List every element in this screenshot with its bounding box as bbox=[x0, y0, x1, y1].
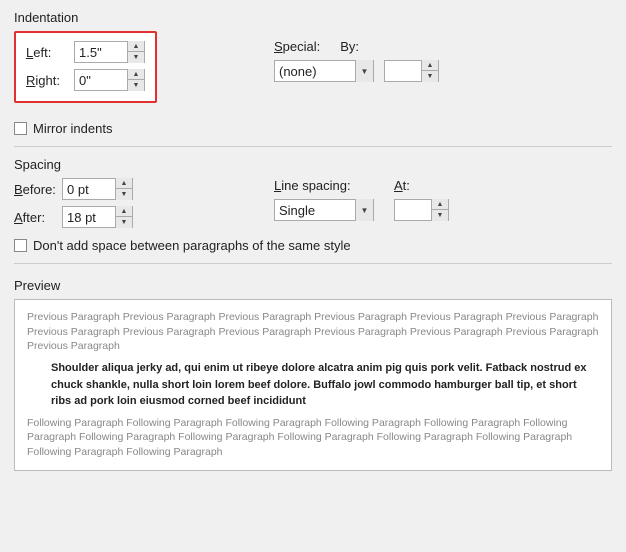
mirror-indents-row: Mirror indents bbox=[14, 121, 612, 136]
before-up-arrow[interactable]: ▲ bbox=[116, 178, 132, 189]
linespacing-dropdown-arrow[interactable]: ▼ bbox=[355, 199, 373, 221]
indentation-section: Indentation Left: ▲ ▼ Right: bbox=[14, 10, 612, 136]
right-input[interactable] bbox=[75, 70, 127, 90]
linespacing-value: Single bbox=[275, 203, 355, 218]
preview-prev-text: Previous Paragraph Previous Paragraph Pr… bbox=[27, 310, 599, 354]
at-arrows: ▲ ▼ bbox=[431, 199, 448, 221]
by-input[interactable] bbox=[385, 61, 421, 81]
no-add-space-label: Don't add space between paragraphs of th… bbox=[33, 238, 351, 253]
indentation-title: Indentation bbox=[14, 10, 612, 25]
spacing-section: Spacing Before: ▲ ▼ After: bbox=[14, 157, 612, 253]
left-arrows: ▲ ▼ bbox=[127, 41, 144, 63]
left-input[interactable] bbox=[75, 42, 127, 62]
at-input[interactable] bbox=[395, 200, 431, 220]
linespacing-label: Line spacing: bbox=[274, 178, 374, 193]
by-up-arrow[interactable]: ▲ bbox=[422, 60, 438, 71]
at-up-arrow[interactable]: ▲ bbox=[432, 199, 448, 210]
by-label: By: bbox=[340, 39, 359, 54]
left-spinbox[interactable]: ▲ ▼ bbox=[74, 41, 145, 63]
mirror-indents-checkbox[interactable] bbox=[14, 122, 27, 135]
at-down-arrow[interactable]: ▼ bbox=[432, 210, 448, 221]
preview-section: Preview Previous Paragraph Previous Para… bbox=[14, 278, 612, 471]
linespacing-dropdown[interactable]: Single ▼ bbox=[274, 199, 374, 221]
left-label: Left: bbox=[26, 45, 74, 60]
divider-1 bbox=[14, 146, 612, 147]
no-add-space-row: Don't add space between paragraphs of th… bbox=[14, 238, 612, 253]
after-label: After: bbox=[14, 210, 62, 225]
right-spinbox[interactable]: ▲ ▼ bbox=[74, 69, 145, 91]
before-arrows: ▲ ▼ bbox=[115, 178, 132, 200]
after-spinbox[interactable]: ▲ ▼ bbox=[62, 206, 133, 228]
by-down-arrow[interactable]: ▼ bbox=[422, 71, 438, 82]
after-down-arrow[interactable]: ▼ bbox=[116, 217, 132, 228]
after-arrows: ▲ ▼ bbox=[115, 206, 132, 228]
at-label: At: bbox=[394, 178, 449, 193]
spacing-title: Spacing bbox=[14, 157, 612, 172]
left-down-arrow[interactable]: ▼ bbox=[128, 52, 144, 63]
special-value: (none) bbox=[275, 64, 355, 79]
preview-follow-text: Following Paragraph Following Paragraph … bbox=[27, 416, 599, 460]
after-input[interactable] bbox=[63, 207, 115, 227]
preview-box: Previous Paragraph Previous Paragraph Pr… bbox=[14, 299, 612, 471]
no-add-space-checkbox[interactable] bbox=[14, 239, 27, 252]
preview-title: Preview bbox=[14, 278, 612, 293]
special-dropdown-arrow[interactable]: ▼ bbox=[355, 60, 373, 82]
indentation-box: Left: ▲ ▼ Right: ▲ bbox=[14, 31, 157, 103]
left-up-arrow[interactable]: ▲ bbox=[128, 41, 144, 52]
before-input[interactable] bbox=[63, 179, 115, 199]
after-up-arrow[interactable]: ▲ bbox=[116, 206, 132, 217]
divider-2 bbox=[14, 263, 612, 264]
by-arrows: ▲ ▼ bbox=[421, 60, 438, 82]
at-spinbox[interactable]: ▲ ▼ bbox=[394, 199, 449, 221]
mirror-indents-label: Mirror indents bbox=[33, 121, 112, 136]
right-up-arrow[interactable]: ▲ bbox=[128, 69, 144, 80]
before-down-arrow[interactable]: ▼ bbox=[116, 189, 132, 200]
right-label: Right: bbox=[26, 73, 74, 88]
preview-main-text: Shoulder aliqua jerky ad, qui enim ut ri… bbox=[27, 360, 599, 410]
before-label: Before: bbox=[14, 182, 62, 197]
special-label: Special: bbox=[274, 39, 320, 54]
before-spinbox[interactable]: ▲ ▼ bbox=[62, 178, 133, 200]
right-down-arrow[interactable]: ▼ bbox=[128, 80, 144, 91]
by-spinbox[interactable]: ▲ ▼ bbox=[384, 60, 439, 82]
special-dropdown[interactable]: (none) ▼ bbox=[274, 60, 374, 82]
right-arrows: ▲ ▼ bbox=[127, 69, 144, 91]
